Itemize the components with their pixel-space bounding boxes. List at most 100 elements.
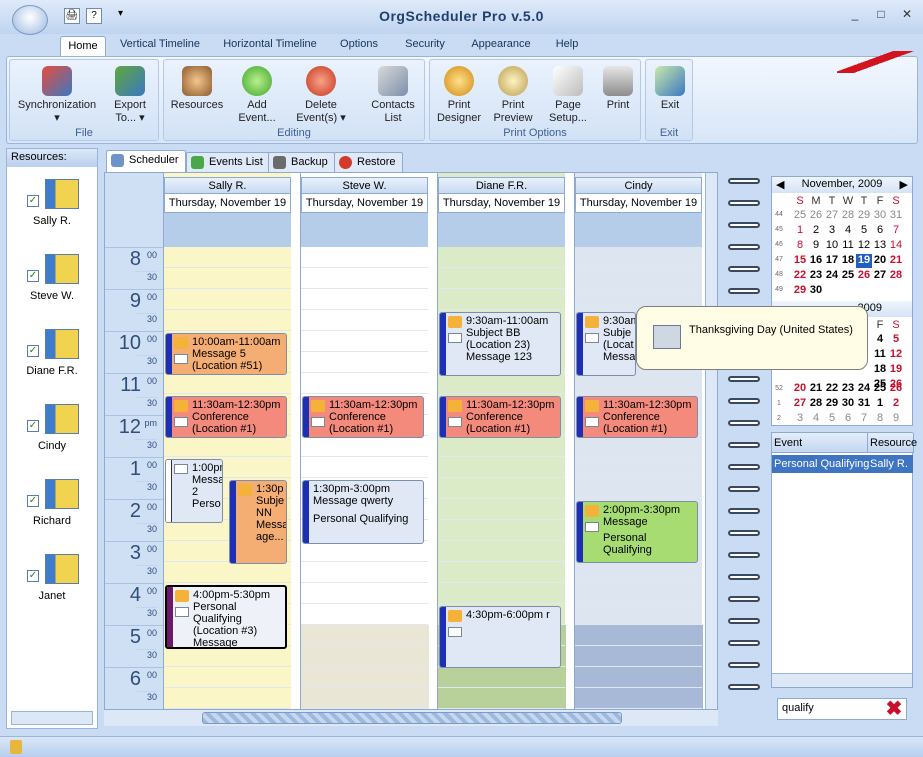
- time-slot[interactable]: [438, 562, 565, 583]
- calendar-day[interactable]: 29: [856, 209, 872, 223]
- tab-vertical-timeline[interactable]: Vertical Timeline: [114, 38, 206, 56]
- time-slot[interactable]: [164, 247, 291, 268]
- time-slot[interactable]: [164, 688, 291, 709]
- time-slot[interactable]: [164, 436, 291, 457]
- calendar-day[interactable]: 3: [824, 224, 840, 238]
- time-slot[interactable]: [301, 310, 428, 331]
- calendar-day[interactable]: 27: [872, 269, 888, 283]
- calendar-day[interactable]: 22: [824, 382, 840, 396]
- event-card[interactable]: 9:30amSubje(LocatMessa: [576, 312, 636, 376]
- event-card[interactable]: 2:00pm-3:30pm Message Personal Qualifying: [576, 501, 698, 563]
- calendar-day[interactable]: 24: [856, 382, 872, 396]
- calendar-day[interactable]: 29: [792, 284, 808, 298]
- event-card[interactable]: 1:30p Subje NN Messa age...: [229, 480, 287, 564]
- list-row[interactable]: Personal Qualifying Sally R.: [772, 455, 913, 473]
- time-slot[interactable]: [164, 667, 291, 688]
- event-card[interactable]: 11:30am-12:30pm Conference (Location #1): [302, 396, 424, 438]
- calendar-day[interactable]: 4: [808, 412, 824, 426]
- export-button[interactable]: Export To... ▾: [104, 66, 156, 125]
- resource-checkbox[interactable]: ✓: [27, 270, 39, 282]
- time-slot[interactable]: [575, 373, 702, 394]
- calendar-day[interactable]: 26: [856, 269, 872, 283]
- resource-item[interactable]: ✓ Cindy: [7, 400, 97, 475]
- column-header[interactable]: Steve W.: [301, 177, 428, 194]
- calendar-day[interactable]: 20: [872, 254, 888, 268]
- all-day-area[interactable]: [301, 213, 428, 247]
- prev-month-icon[interactable]: ◀: [776, 178, 784, 191]
- grid-horizontal-scrollbar[interactable]: [104, 710, 718, 726]
- calendar-day[interactable]: 18: [872, 363, 888, 377]
- tab-events-list[interactable]: Events List: [186, 152, 270, 172]
- exit-button[interactable]: Exit: [650, 66, 690, 112]
- time-slot[interactable]: [301, 667, 428, 688]
- time-slot[interactable]: [164, 289, 291, 310]
- clear-search-icon[interactable]: ✖: [884, 698, 904, 720]
- resource-item[interactable]: ✓ Richard: [7, 475, 97, 550]
- calendar-day[interactable]: 22: [792, 269, 808, 283]
- calendar-day[interactable]: 16: [808, 254, 824, 268]
- event-card[interactable]: 11:30am-12:30pm Conference (Location #1): [576, 396, 698, 438]
- calendar-day[interactable]: 21: [888, 254, 904, 268]
- calendar-day[interactable]: 29: [824, 397, 840, 411]
- list-scrollbar[interactable]: [772, 673, 912, 687]
- time-slot[interactable]: [438, 520, 565, 541]
- tab-security[interactable]: Security: [398, 38, 452, 56]
- resource-checkbox[interactable]: ✓: [27, 420, 39, 432]
- calendar-day[interactable]: 5: [856, 224, 872, 238]
- calendar-day[interactable]: 8: [872, 412, 888, 426]
- contacts-list-button[interactable]: Contacts List: [364, 66, 422, 125]
- time-slot[interactable]: [164, 268, 291, 289]
- calendar-day[interactable]: 13: [872, 239, 888, 253]
- calendar-day[interactable]: 25: [792, 209, 808, 223]
- print-button[interactable]: Print: [598, 66, 638, 112]
- time-slot[interactable]: [575, 457, 702, 478]
- time-slot[interactable]: [301, 583, 428, 604]
- time-slot[interactable]: [301, 352, 428, 373]
- time-slot[interactable]: [575, 583, 702, 604]
- resource-checkbox[interactable]: ✓: [27, 345, 39, 357]
- time-slot[interactable]: [438, 478, 565, 499]
- resources-scrollbar[interactable]: [11, 711, 93, 725]
- time-slot[interactable]: [438, 583, 565, 604]
- calendar-day[interactable]: 12: [856, 239, 872, 253]
- time-slot[interactable]: [301, 373, 428, 394]
- calendar-day[interactable]: 10: [824, 239, 840, 253]
- resource-item[interactable]: ✓ Steve W.: [7, 250, 97, 325]
- calendar-day[interactable]: 15: [792, 254, 808, 268]
- calendar-day[interactable]: 26: [888, 382, 904, 396]
- time-slot[interactable]: [301, 289, 428, 310]
- calendar-day[interactable]: 23: [840, 382, 856, 396]
- time-slot[interactable]: [438, 457, 565, 478]
- time-slot[interactable]: [438, 436, 565, 457]
- calendar-day[interactable]: 14: [888, 239, 904, 253]
- calendar-day[interactable]: [840, 284, 856, 298]
- tab-restore[interactable]: Restore: [334, 152, 403, 172]
- calendar-day[interactable]: 6: [840, 412, 856, 426]
- calendar-day[interactable]: 3: [792, 412, 808, 426]
- time-slot[interactable]: [301, 562, 428, 583]
- calendar-day[interactable]: 9: [808, 239, 824, 253]
- time-slot[interactable]: [164, 310, 291, 331]
- tab-appearance[interactable]: Appearance: [466, 38, 536, 56]
- time-slot[interactable]: [575, 268, 702, 289]
- event-card[interactable]: 9:30am-11:00am Subject BB (Location 23) Mes…: [439, 312, 561, 376]
- calendar-day[interactable]: 9: [888, 412, 904, 426]
- calendar-day[interactable]: 20: [792, 382, 808, 396]
- time-slot[interactable]: [575, 436, 702, 457]
- calendar-day[interactable]: 5: [888, 333, 904, 347]
- calendar-day[interactable]: 7: [856, 412, 872, 426]
- time-slot[interactable]: [438, 667, 565, 688]
- calendar-day[interactable]: [856, 284, 872, 298]
- column-header[interactable]: Diane F.R.: [438, 177, 565, 194]
- resource-item[interactable]: ✓ Janet: [7, 550, 97, 625]
- resource-checkbox[interactable]: ✓: [27, 570, 39, 582]
- close-button[interactable]: ✕: [898, 8, 916, 22]
- resource-item[interactable]: ✓ Sally R.: [7, 175, 97, 250]
- time-slot[interactable]: [438, 688, 565, 709]
- event-card[interactable]: 11:30am-12:30pm Conference (Location #1): [439, 396, 561, 438]
- calendar-day[interactable]: [888, 284, 904, 298]
- time-slot[interactable]: [164, 562, 291, 583]
- time-slot[interactable]: [164, 373, 291, 394]
- time-slot[interactable]: [575, 562, 702, 583]
- calendar-day[interactable]: 25: [872, 382, 888, 396]
